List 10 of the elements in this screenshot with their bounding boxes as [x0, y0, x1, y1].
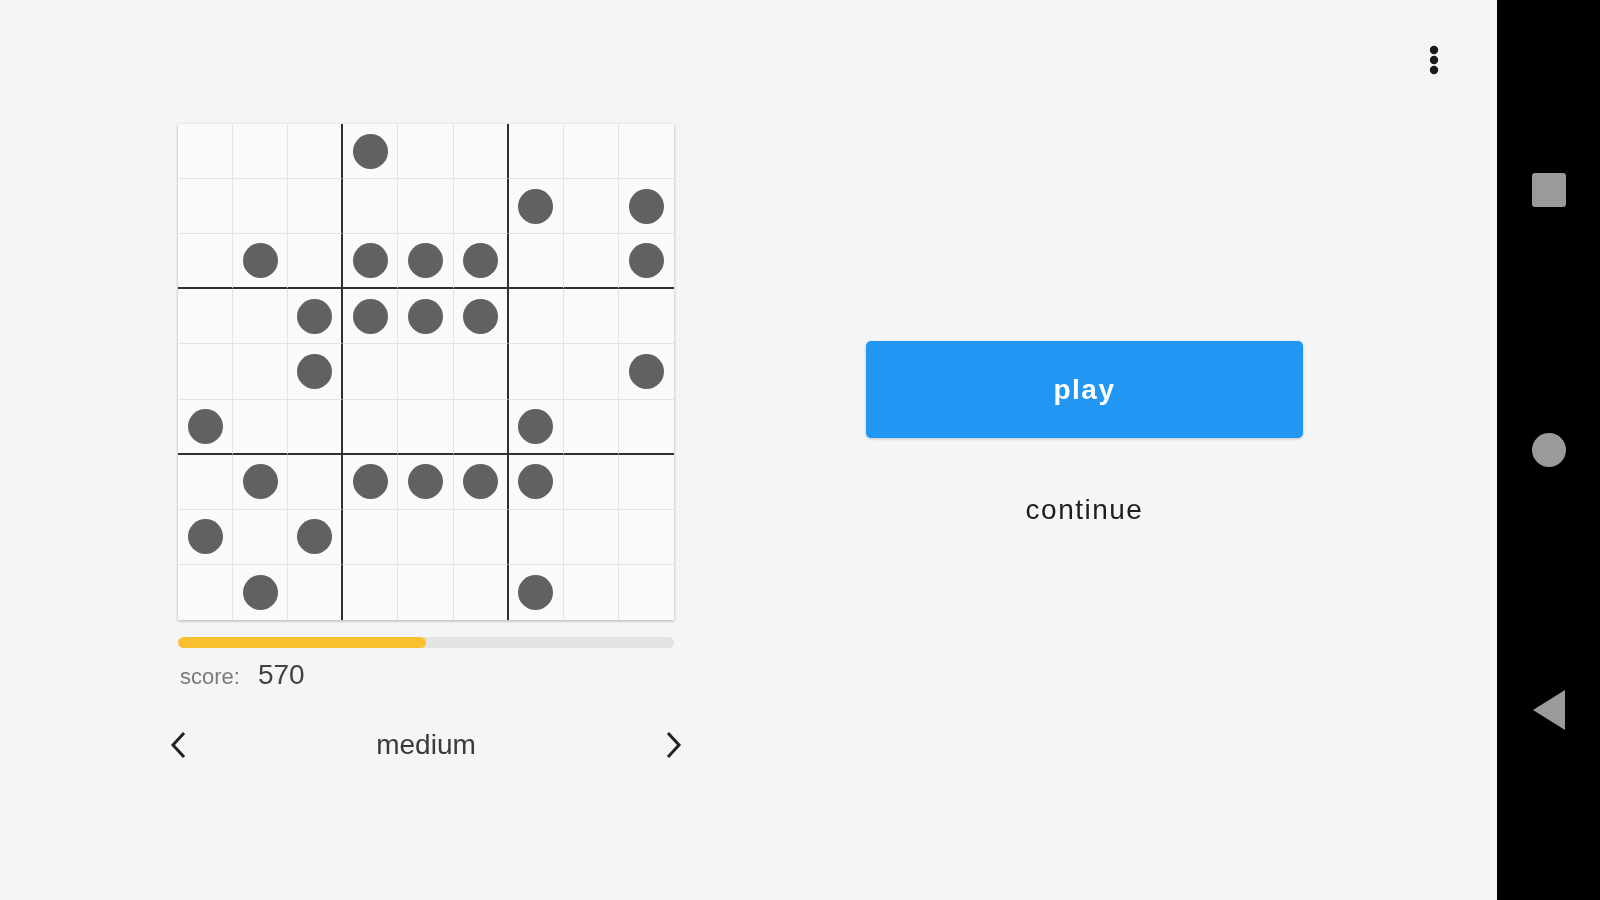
score-label: score: [180, 663, 240, 691]
square-icon[interactable] [1531, 173, 1566, 207]
continue-button[interactable]: continue [1015, 489, 1154, 531]
chevron-right-icon[interactable] [665, 731, 682, 759]
menu-icon[interactable] [1428, 45, 1440, 75]
triangle-icon[interactable] [1532, 690, 1565, 730]
chevron-left-icon[interactable] [170, 731, 187, 759]
difficulty-label: medium [376, 728, 476, 762]
circle-icon[interactable] [1531, 433, 1566, 467]
score-value: 570 [257, 658, 305, 692]
